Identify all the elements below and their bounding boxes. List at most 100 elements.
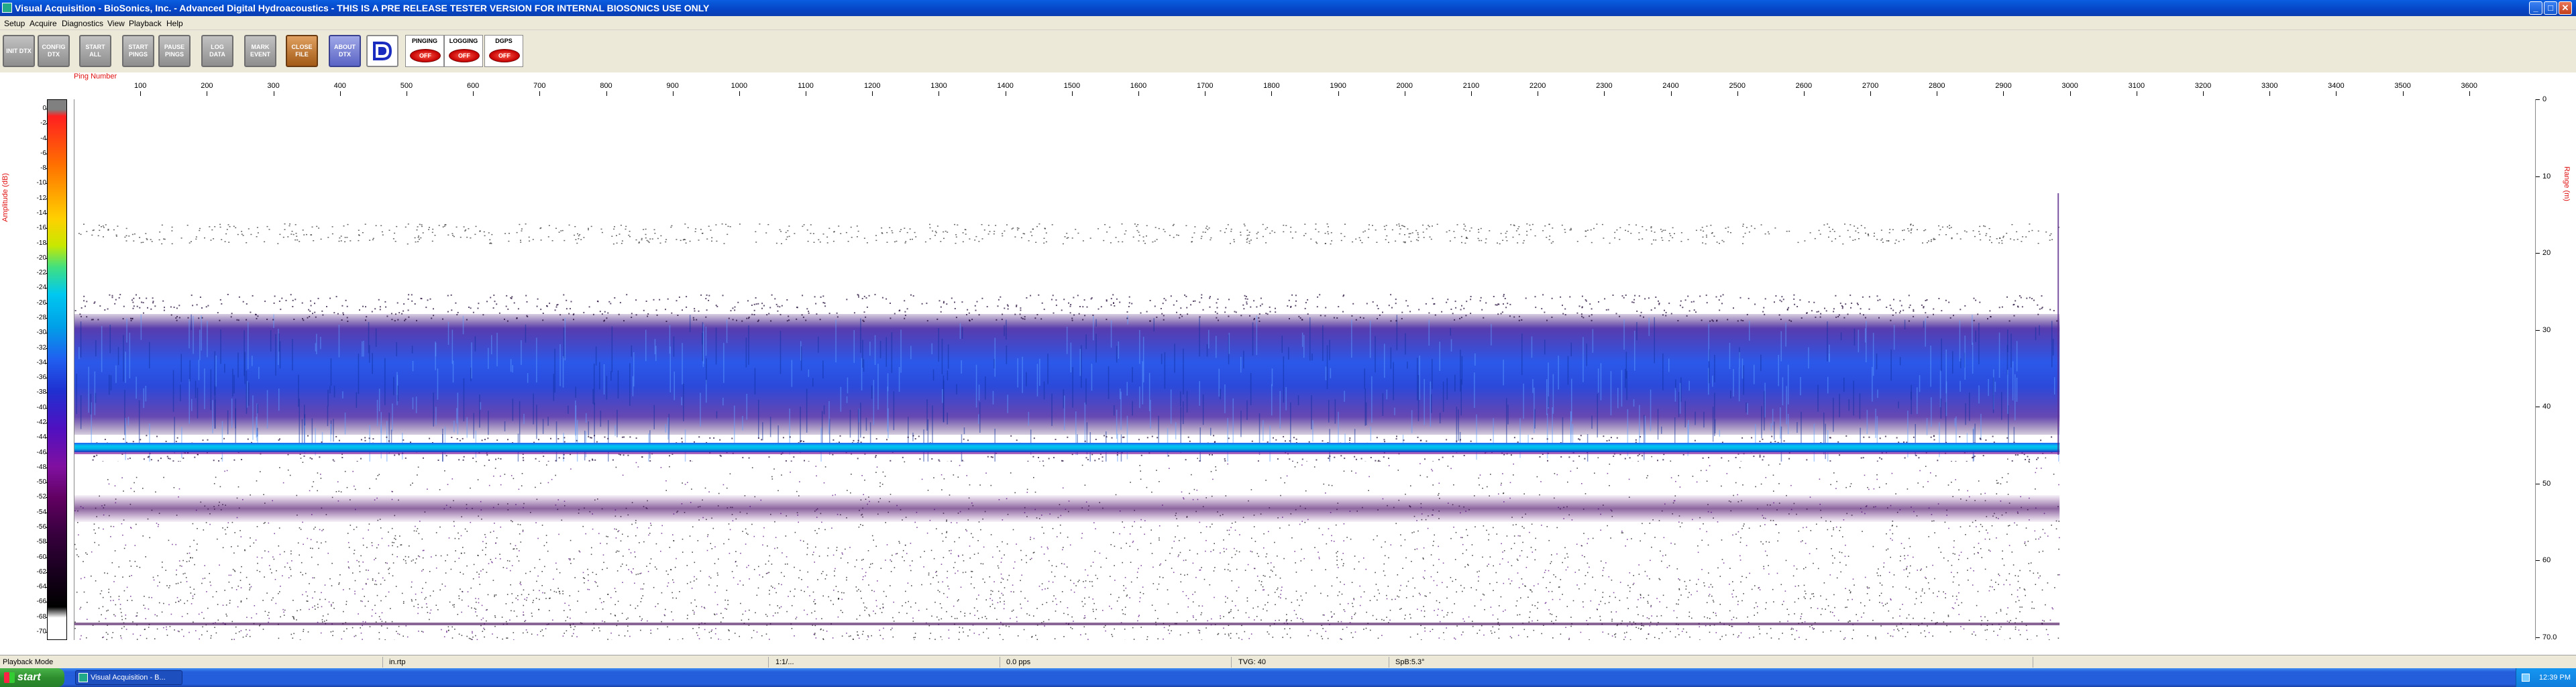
colorbar-tick-label: -34	[36, 358, 46, 366]
colorbar-tick-mark	[46, 273, 48, 274]
close-file-button[interactable]: CLOSE FILE	[286, 35, 318, 67]
ping-tick-mark	[672, 91, 674, 96]
ping-tick-label: 1400	[997, 82, 1014, 90]
ping-tick-label: 3600	[2461, 82, 2478, 90]
colorbar-tick-mark	[46, 527, 48, 528]
ping-tick-label: 400	[333, 82, 346, 90]
taskbar-item-visual-acquisition[interactable]: Visual Acquisition - B...	[75, 670, 182, 685]
status-file: in.rtp	[389, 658, 406, 666]
end-of-data-marker	[2057, 193, 2059, 455]
maximize-button[interactable]: □	[2544, 1, 2557, 15]
minimize-button[interactable]: _	[2529, 1, 2542, 15]
range-tick-label: 40	[2542, 403, 2551, 411]
colorbar-tick-label: -32	[36, 344, 46, 352]
ping-tick-mark	[2003, 91, 2004, 96]
colorbar-tick-mark	[46, 213, 48, 214]
ping-tick-mark	[1604, 91, 1605, 96]
ping-tick-label: 3500	[2394, 82, 2411, 90]
ping-tick-label: 1200	[864, 82, 881, 90]
colorbar-tick-label: -38	[36, 388, 46, 397]
menu-acquire[interactable]: Acquire	[30, 19, 57, 28]
colorbar-tick-label: -54	[36, 508, 46, 516]
colorbar-tick-label: -6	[40, 149, 46, 157]
pinging-label: PINGING	[411, 38, 437, 44]
clock: 12:39 PM	[2538, 674, 2571, 682]
range-axis-label: Range (m)	[2563, 166, 2571, 201]
menu-view[interactable]: View	[107, 19, 125, 28]
colorbar-tick-label: -50	[36, 478, 46, 486]
colorbar-tick-label: -16	[36, 224, 46, 232]
menu-playback[interactable]: Playback	[129, 19, 162, 28]
colorbar-tick-label: -60	[36, 553, 46, 561]
colorbar-tick-label: -68	[36, 613, 46, 621]
ping-tick-label: 700	[533, 82, 546, 90]
range-tick-mark	[2536, 253, 2540, 254]
ping-tick-label: 3400	[2328, 82, 2345, 90]
colorbar-tick-label: -12	[36, 194, 46, 202]
config-dtx-button[interactable]: CONFIG DTX	[38, 35, 70, 67]
ping-tick-label: 200	[201, 82, 213, 90]
network-icon[interactable]	[2522, 674, 2530, 682]
log-data-button[interactable]: LOG DATA	[201, 35, 233, 67]
echogram-plot[interactable]	[74, 99, 2536, 640]
colorbar-tick-label: -52	[36, 493, 46, 501]
ping-tick-label: 3000	[2061, 82, 2078, 90]
dgps-indicator: DGPS OFF	[484, 35, 523, 67]
title-bar[interactable]: Visual Acquisition - BioSonics, Inc. - A…	[0, 0, 2576, 16]
ping-tick-label: 2500	[1729, 82, 1746, 90]
range-tick-mark	[2536, 637, 2540, 638]
range-tick-label: 10	[2542, 172, 2551, 180]
ping-tick-label: 2200	[1529, 82, 1546, 90]
ping-tick-mark	[2469, 91, 2470, 96]
ping-tick-label: 1100	[798, 82, 814, 90]
echogram-panel: Ping Number Amplitude (dB) Range (m) 100…	[0, 72, 2576, 655]
about-dtx-button[interactable]: ABOUT DTX	[329, 35, 361, 67]
ping-tick-mark	[1870, 91, 1872, 96]
colorbar-tick-label: -40	[36, 403, 46, 411]
mark-event-button[interactable]: MARK EVENT	[244, 35, 276, 67]
colorbar-tick-label: -56	[36, 523, 46, 531]
ping-tick-mark	[2203, 91, 2204, 96]
colorbar-tick-mark	[46, 123, 48, 125]
ping-tick-label: 2800	[1929, 82, 1945, 90]
echogram-image	[74, 193, 2060, 640]
colorbar-tick-label: -30	[36, 329, 46, 337]
start-pings-button[interactable]: START PINGS	[122, 35, 154, 67]
ping-number-axis: 100 200 300 400 500 600 700 800 900 1000 1100 1200 1…	[74, 82, 2536, 98]
range-tick-label: 70.0	[2542, 633, 2557, 641]
window-title: Visual Acquisition - BioSonics, Inc. - A…	[15, 3, 710, 13]
windows-flag-icon	[4, 672, 15, 683]
colorbar-tick-label: -44	[36, 433, 46, 441]
range-tick-mark	[2536, 176, 2540, 177]
colorbar-tick-label: -2	[40, 119, 46, 127]
ping-tick-label: 3100	[2128, 82, 2145, 90]
ping-tick-label: 1700	[1196, 82, 1214, 90]
range-tick-label: 50	[2542, 479, 2551, 488]
pinging-indicator: PINGING OFF	[405, 35, 444, 67]
start-button[interactable]: start	[0, 668, 64, 687]
bottom-echo	[74, 443, 2060, 452]
logging-led: OFF	[449, 49, 480, 62]
colorbar-tick-mark	[46, 437, 48, 439]
range-tick-label: 60	[2542, 556, 2551, 565]
menu-setup[interactable]: Setup	[4, 19, 25, 28]
ping-tick-mark	[1737, 91, 1738, 96]
status-tvg: TVG: 40	[1238, 658, 1266, 666]
menu-bar: Setup Acquire Diagnostics View Playback …	[0, 16, 2576, 30]
close-button[interactable]: ✕	[2559, 1, 2572, 15]
menu-help[interactable]: Help	[166, 19, 183, 28]
start-all-button[interactable]: START ALL	[79, 35, 111, 67]
ping-tick-mark	[140, 91, 142, 96]
colorbar-tick-label: -28	[36, 314, 46, 321]
pause-pings-button[interactable]: PAUSE PINGS	[158, 35, 191, 67]
ping-tick-mark	[473, 91, 474, 96]
ping-tick-label: 100	[134, 82, 147, 90]
colorbar-tick-label: -48	[36, 463, 46, 471]
ping-tick-mark	[938, 91, 940, 96]
ping-tick-label: 3300	[2261, 82, 2278, 90]
init-dtx-button[interactable]: INIT DTX	[3, 35, 35, 67]
taskbar-item-label: Visual Acquisition - B...	[91, 674, 166, 682]
colorbar-tick-mark	[46, 572, 48, 573]
colorbar-tick-label: -64	[36, 583, 46, 591]
menu-diagnostics[interactable]: Diagnostics	[62, 19, 103, 28]
